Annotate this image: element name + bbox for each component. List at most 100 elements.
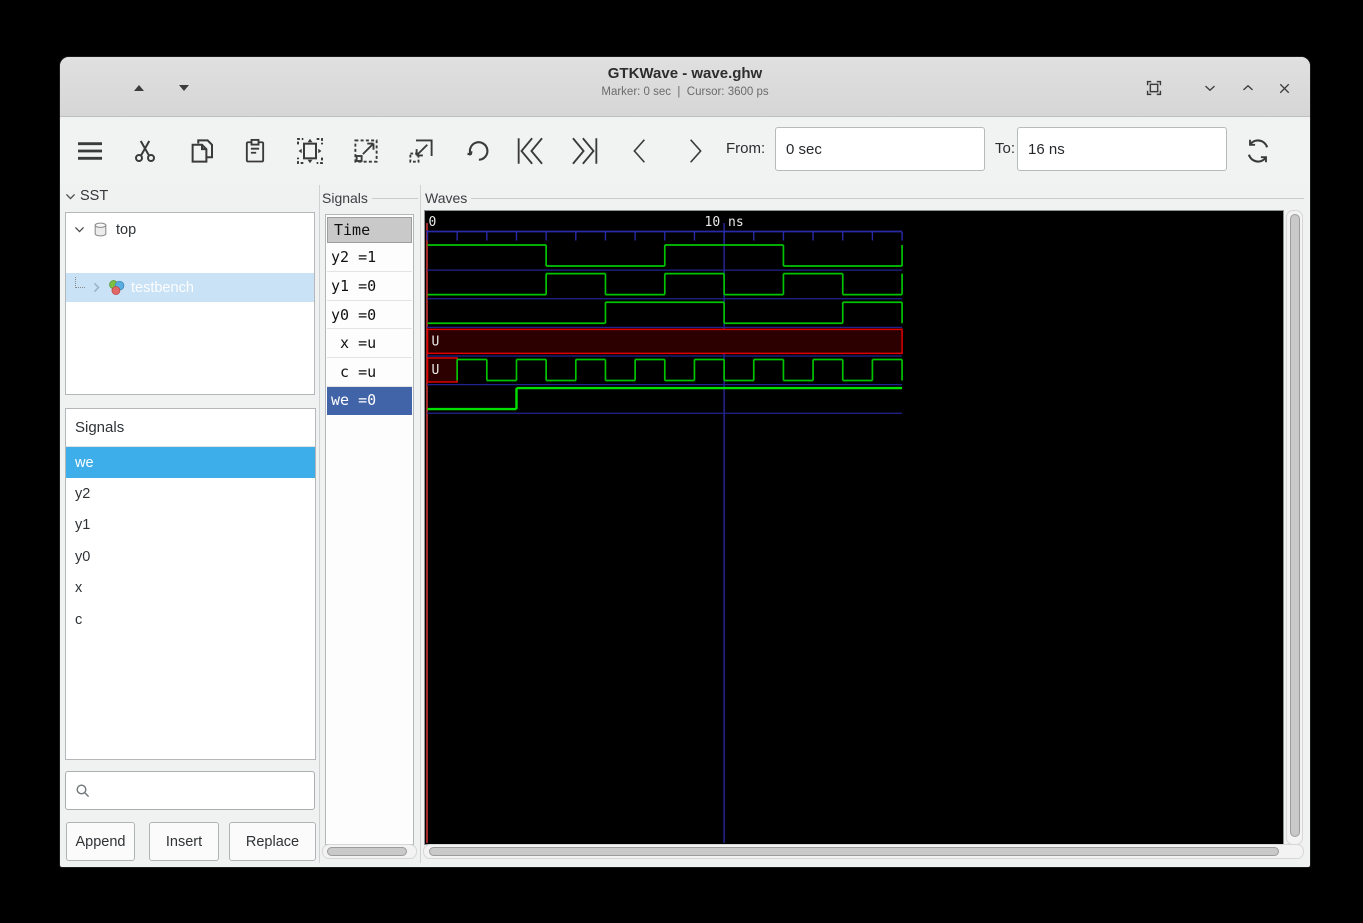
cylinder-icon (92, 221, 109, 238)
insert-label: Insert (166, 834, 202, 850)
skip-forward-icon (568, 134, 602, 168)
signal-search-box[interactable] (65, 771, 315, 810)
zoom-fit-button[interactable] (287, 128, 333, 174)
left-splitter[interactable] (319, 185, 320, 863)
sst-section-header[interactable]: SST (64, 188, 108, 204)
signal-name-column: Time y2 =1y1 =0y0 =0 x =u c =uwe =0 (325, 214, 414, 845)
insert-button[interactable]: Insert (149, 822, 219, 861)
svg-text:U: U (432, 334, 440, 349)
time-header[interactable]: Time (327, 217, 412, 243)
clipboard-icon (241, 136, 269, 166)
paste-button[interactable] (232, 128, 278, 174)
window-title: GTKWave - wave.ghw (60, 65, 1310, 82)
chevron-down-icon (1201, 79, 1219, 97)
waves-frame-line (470, 198, 1304, 199)
copy-button[interactable] (179, 128, 225, 174)
signal-row-we[interactable]: we =0 (327, 387, 412, 416)
scissors-icon (130, 136, 160, 166)
waves-panel[interactable]: 010 nsUU (424, 210, 1284, 845)
desktop-background: GTKWave - wave.ghw Marker: 0 sec | Curso… (0, 0, 1363, 923)
sst-tree: top testbench (65, 212, 315, 395)
zoom-full-button[interactable] (343, 128, 389, 174)
expander-right-icon[interactable] (90, 281, 103, 294)
signal-row-y2[interactable]: y2 =1 (327, 244, 412, 273)
to-label: To: (995, 140, 1015, 157)
replace-label: Replace (246, 834, 299, 850)
zoom-in-shrink-icon (406, 136, 436, 166)
list-item-we[interactable]: we (66, 447, 315, 478)
gtkwave-window: GTKWave - wave.ghw Marker: 0 sec | Curso… (60, 57, 1310, 867)
signal-row-y0[interactable]: y0 =0 (327, 301, 412, 330)
tree-item-label: testbench (131, 280, 194, 296)
tree-connector (75, 277, 85, 288)
waves-hscrollbar-thumb[interactable] (429, 847, 1279, 856)
chevron-right-icon (680, 134, 710, 168)
svg-text:10 ns: 10 ns (705, 215, 744, 230)
titlebar[interactable]: GTKWave - wave.ghw Marker: 0 sec | Curso… (60, 57, 1310, 117)
list-item-x[interactable]: x (66, 573, 315, 604)
keep-above-button[interactable] (1141, 75, 1167, 101)
search-input[interactable] (97, 782, 314, 800)
skip-backward-icon (513, 134, 547, 168)
spheres-icon (107, 278, 126, 297)
go-previous-button[interactable] (617, 128, 663, 174)
from-input[interactable] (775, 127, 985, 171)
to-input[interactable] (1017, 127, 1227, 171)
titlebar-text: GTKWave - wave.ghw Marker: 0 sec | Curso… (60, 65, 1310, 98)
waves-splitter[interactable] (420, 185, 421, 863)
toolbar: From: To: (60, 118, 1310, 184)
zoom-out-full-icon (351, 136, 381, 166)
list-item-c[interactable]: c (66, 604, 315, 635)
waves-vscrollbar[interactable] (1286, 210, 1303, 845)
from-label: From: (726, 140, 765, 157)
waves-frame-label: Waves (425, 190, 471, 206)
waves-vscrollbar-thumb[interactable] (1290, 214, 1300, 837)
go-first-button[interactable] (507, 128, 553, 174)
go-last-button[interactable] (562, 128, 608, 174)
undo-button[interactable] (454, 128, 500, 174)
maximize-button[interactable] (1235, 75, 1261, 101)
tree-item-testbench[interactable]: testbench (66, 273, 314, 302)
list-item-y0[interactable]: y0 (66, 541, 315, 572)
chevron-down-icon (64, 190, 77, 203)
svg-text:0: 0 (429, 215, 437, 230)
close-icon (1276, 80, 1293, 97)
zoom-fit-icon (294, 135, 326, 167)
facility-list-panel: Signals wey2y1y0xc (65, 408, 316, 760)
facility-list-header: Signals (66, 409, 315, 447)
go-next-button[interactable] (672, 128, 718, 174)
signal-row-c[interactable]: c =u (327, 358, 412, 387)
tree-item-label: top (116, 222, 136, 238)
chevron-up-icon (1239, 79, 1257, 97)
signal-column-hscrollbar-thumb[interactable] (327, 847, 407, 856)
cut-button[interactable] (122, 128, 168, 174)
replace-button[interactable]: Replace (229, 822, 316, 861)
tree-item-top[interactable]: top (66, 215, 314, 244)
reload-icon (1242, 135, 1274, 167)
signals-frame-line (372, 198, 418, 199)
append-button[interactable]: Append (66, 822, 135, 861)
hamburger-menu-icon (73, 135, 107, 167)
list-item-y2[interactable]: y2 (66, 478, 315, 509)
signal-row-x[interactable]: x =u (327, 329, 412, 358)
copy-icon (187, 136, 217, 166)
frame-icon (1143, 77, 1165, 99)
signals-frame-label: Signals (322, 190, 372, 206)
list-item-y1[interactable]: y1 (66, 510, 315, 541)
waves-hscrollbar[interactable] (423, 844, 1304, 859)
expander-down-icon[interactable] (73, 223, 86, 236)
reload-button[interactable] (1235, 128, 1281, 174)
sst-label: SST (80, 188, 108, 204)
minimize-button[interactable] (1197, 75, 1223, 101)
close-button[interactable] (1271, 75, 1297, 101)
append-label: Append (76, 834, 126, 850)
signal-column-hscrollbar[interactable] (322, 844, 417, 859)
zoom-shrink-button[interactable] (398, 128, 444, 174)
waves-canvas[interactable]: 010 nsUU (425, 211, 1283, 844)
marker-cursor-status: Marker: 0 sec | Cursor: 3600 ps (60, 86, 1310, 98)
signal-row-y1[interactable]: y1 =0 (327, 272, 412, 301)
undo-icon (462, 136, 492, 166)
search-icon (75, 783, 91, 799)
menu-button[interactable] (67, 128, 113, 174)
chevron-left-icon (625, 134, 655, 168)
